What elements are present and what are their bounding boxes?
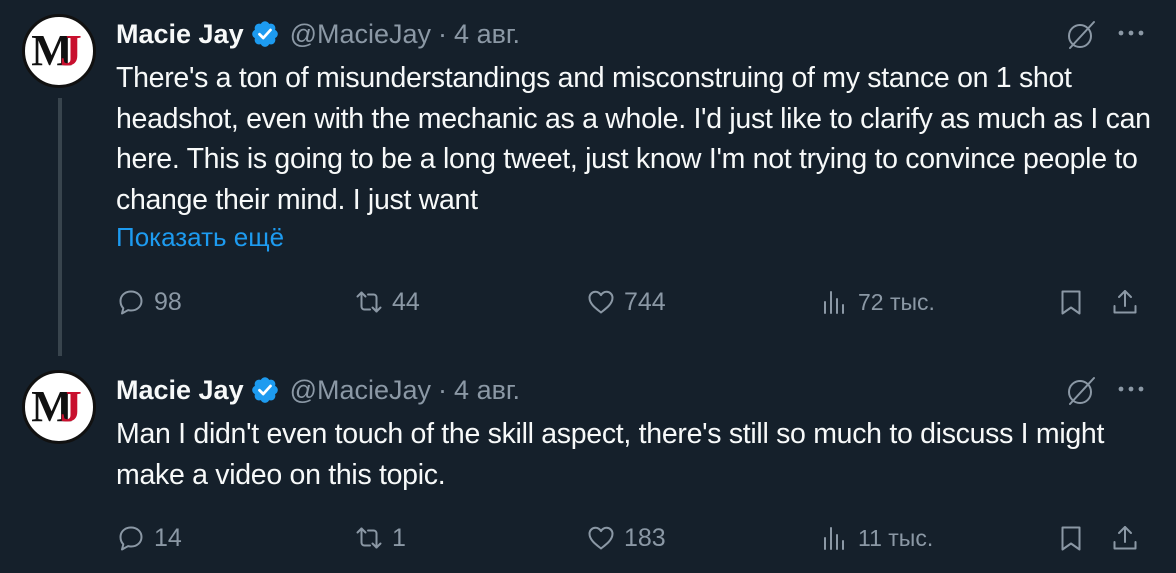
share-icon bbox=[1113, 290, 1137, 314]
tweet-header: Macie Jay @MacieJay · 4 авг. bbox=[116, 372, 520, 408]
reply-button[interactable]: 98 bbox=[116, 284, 182, 320]
tweet-actions: 14 1 183 11 тыс. bbox=[116, 520, 1156, 556]
bookmark-button[interactable] bbox=[1056, 520, 1094, 556]
repost-icon bbox=[356, 527, 382, 549]
author-handle[interactable]: @MacieJay bbox=[290, 19, 431, 50]
views-count: 72 тыс. bbox=[858, 288, 935, 315]
author-handle[interactable]: @MacieJay bbox=[290, 375, 431, 406]
repost-icon bbox=[356, 291, 382, 313]
views-button[interactable]: 11 тыс. bbox=[820, 520, 933, 556]
like-count: 183 bbox=[624, 523, 666, 552]
share-icon bbox=[1113, 526, 1137, 550]
reply-count: 98 bbox=[154, 287, 182, 316]
like-count: 744 bbox=[624, 287, 666, 316]
views-count: 11 тыс. bbox=[858, 524, 934, 551]
share-button[interactable] bbox=[1110, 284, 1148, 320]
author-name[interactable]: Macie Jay bbox=[116, 19, 244, 50]
tweet-header: Macie Jay @MacieJay · 4 авг. bbox=[116, 16, 520, 52]
like-icon bbox=[588, 526, 614, 550]
tweet-date[interactable]: 4 авг. bbox=[454, 375, 520, 406]
repost-button[interactable]: 44 bbox=[354, 284, 420, 320]
more-icon[interactable] bbox=[1116, 18, 1146, 48]
bookmark-icon bbox=[1061, 290, 1081, 315]
reply-count: 14 bbox=[154, 523, 182, 552]
like-button[interactable]: 744 bbox=[586, 284, 666, 320]
repost-button[interactable]: 1 bbox=[354, 520, 406, 556]
tweet-date[interactable]: 4 авг. bbox=[454, 19, 520, 50]
avatar[interactable]: MJ bbox=[22, 14, 96, 88]
tweet-actions: 98 44 744 72 тыс. bbox=[116, 284, 1156, 320]
bookmark-icon bbox=[1061, 526, 1081, 551]
views-icon bbox=[824, 527, 844, 550]
views-button[interactable]: 72 тыс. bbox=[820, 284, 935, 320]
verified-badge-icon bbox=[251, 377, 278, 403]
grok-icon[interactable] bbox=[1064, 18, 1098, 52]
tweet-text: There's a ton of misunderstandings and m… bbox=[116, 62, 1151, 216]
repost-count: 1 bbox=[392, 523, 406, 552]
reply-button[interactable]: 14 bbox=[116, 520, 182, 556]
show-more-link[interactable]: Показать ещё bbox=[116, 222, 284, 253]
grok-icon[interactable] bbox=[1064, 374, 1098, 408]
thread-line bbox=[58, 98, 62, 356]
avatar[interactable]: MJ bbox=[22, 370, 96, 444]
separator: · bbox=[438, 374, 448, 405]
author-name[interactable]: Macie Jay bbox=[116, 375, 244, 406]
bookmark-button[interactable] bbox=[1056, 284, 1094, 320]
tweet-text: Man I didn't even touch of the skill asp… bbox=[116, 418, 1105, 491]
share-button[interactable] bbox=[1110, 520, 1148, 556]
separator: · bbox=[438, 18, 448, 49]
verified-badge-icon bbox=[251, 21, 278, 47]
more-icon[interactable] bbox=[1116, 374, 1146, 404]
like-icon bbox=[588, 290, 614, 314]
views-icon bbox=[824, 291, 844, 314]
like-button[interactable]: 183 bbox=[586, 520, 666, 556]
reply-icon bbox=[119, 526, 143, 551]
repost-count: 44 bbox=[392, 287, 420, 316]
reply-icon bbox=[119, 290, 143, 315]
